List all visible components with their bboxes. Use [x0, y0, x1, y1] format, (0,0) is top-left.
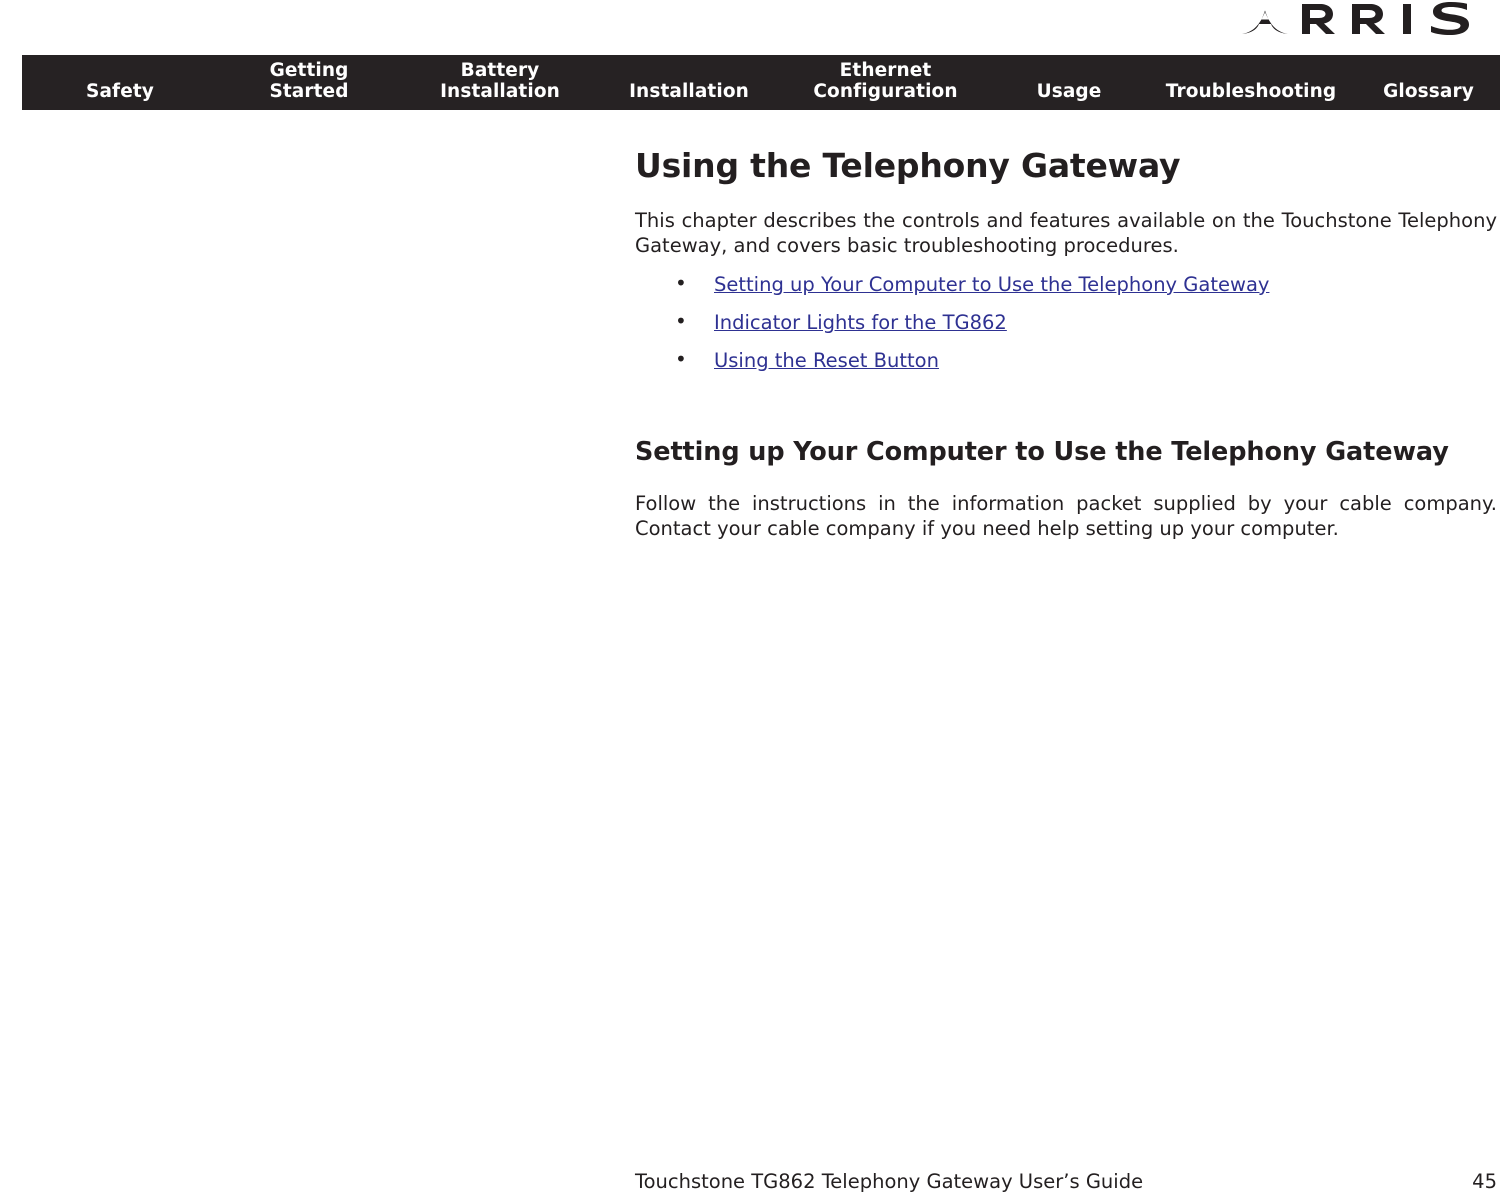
nav-item-ethernet-configuration[interactable]: Ethernet Configuration	[778, 60, 993, 110]
nav-item-usage[interactable]: Usage	[993, 81, 1145, 110]
nav-item-troubleshooting[interactable]: Troubleshooting	[1145, 81, 1357, 110]
nav-item-safety[interactable]: Safety	[22, 81, 218, 110]
chapter-nav-bar: Safety Getting Started Battery Installat…	[22, 55, 1500, 110]
section-heading-setting-up: Setting up Your Computer to Use the Tele…	[635, 437, 1449, 467]
chapter-links-list: Setting up Your Computer to Use the Tele…	[635, 271, 1497, 373]
section-paragraph: Follow the instructions in the informati…	[635, 492, 1497, 540]
page-content: Using the Telephony Gateway This chapter…	[635, 110, 1497, 541]
page-title: Using the Telephony Gateway	[635, 146, 1181, 185]
footer-guide-title: Touchstone TG862 Telephony Gateway User’…	[635, 1170, 1144, 1193]
nav-item-battery-installation[interactable]: Battery Installation	[400, 60, 600, 110]
logo-band	[0, 0, 1500, 55]
footer-page-number: 45	[1472, 1170, 1497, 1193]
link-indicator-lights[interactable]: Indicator Lights for the TG862	[714, 311, 1007, 334]
link-setting-up-your-computer[interactable]: Setting up Your Computer to Use the Tele…	[714, 273, 1269, 296]
page-footer: Touchstone TG862 Telephony Gateway User’…	[635, 1170, 1497, 1193]
list-item: Setting up Your Computer to Use the Tele…	[635, 271, 1497, 297]
list-item: Indicator Lights for the TG862	[635, 309, 1497, 335]
nav-item-installation[interactable]: Installation	[600, 81, 778, 110]
arris-logo	[1240, 2, 1498, 36]
intro-paragraph: This chapter describes the controls and …	[635, 209, 1497, 257]
list-item: Using the Reset Button	[635, 347, 1497, 373]
link-using-the-reset-button[interactable]: Using the Reset Button	[714, 349, 939, 372]
nav-item-glossary[interactable]: Glossary	[1357, 81, 1500, 110]
nav-item-getting-started[interactable]: Getting Started	[218, 60, 400, 110]
